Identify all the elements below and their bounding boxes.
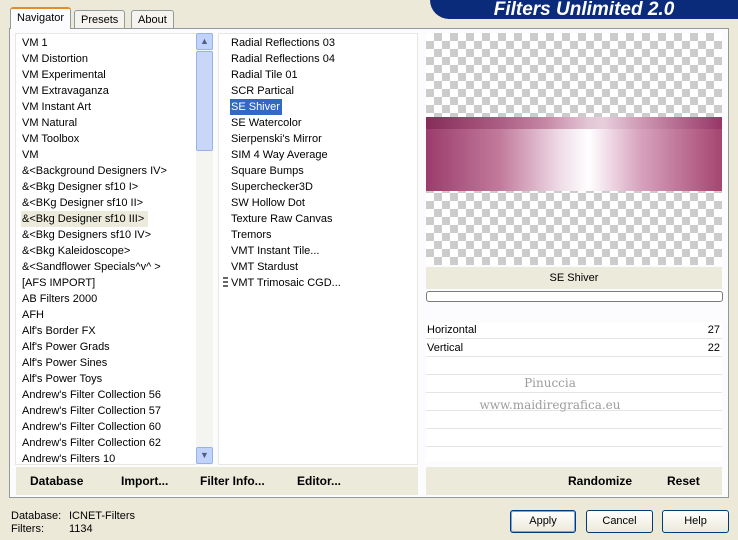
param-value: 27 xyxy=(707,324,720,336)
category-item[interactable]: Andrew's Filter Collection 60 xyxy=(22,419,161,435)
filter-item[interactable]: Square Bumps xyxy=(231,163,304,179)
status-filters-label: Filters: xyxy=(11,523,44,535)
tab-navigator[interactable]: Navigator xyxy=(10,7,72,29)
filter-item[interactable]: Sierpenski's Mirror xyxy=(231,131,322,147)
preview-image-band xyxy=(426,117,722,129)
scroll-down-button[interactable]: ▼ xyxy=(196,447,213,464)
bottom-toolbar-right: Randomize Reset xyxy=(426,467,722,495)
filter-item[interactable]: Superchecker3D xyxy=(231,179,313,195)
filter-item[interactable]: VMT Trimosaic CGD... xyxy=(231,275,341,291)
filter-item[interactable]: SIM 4 Way Average xyxy=(231,147,328,163)
category-item[interactable]: &<Sandflower Specials^v^ > xyxy=(22,259,161,275)
import-button[interactable]: Import... xyxy=(121,474,168,488)
category-item[interactable]: Andrew's Filter Collection 56 xyxy=(22,387,161,403)
category-item[interactable]: Alf's Border FX xyxy=(22,323,96,339)
category-item[interactable]: VM Instant Art xyxy=(22,99,91,115)
watermark-line1: Pinuccia xyxy=(524,376,576,390)
category-item[interactable]: &<Bkg Designer sf10 I> xyxy=(22,179,138,195)
param-label: Vertical xyxy=(427,342,464,354)
selected-filter-title: SE Shiver xyxy=(426,267,722,289)
category-scrollbar[interactable]: ▲ ▼ xyxy=(196,33,213,465)
filter-item[interactable]: Radial Tile 01 xyxy=(231,67,298,83)
editor-button[interactable]: Editor... xyxy=(297,474,341,488)
progress-bar xyxy=(426,291,723,302)
category-item[interactable]: AB Filters 2000 xyxy=(22,291,97,307)
param-value: 22 xyxy=(707,342,720,354)
scroll-up-button[interactable]: ▲ xyxy=(196,33,213,50)
category-item[interactable]: Andrew's Filter Collection 57 xyxy=(22,403,161,419)
watermark: Pinuccia www.maidiregrafica.eu xyxy=(470,372,630,416)
category-list[interactable]: VM 1 VM Distortion VM Experimental VM Extra… xyxy=(15,33,213,465)
help-button[interactable]: Help xyxy=(662,510,729,533)
filter-item[interactable]: Radial Reflections 04 xyxy=(231,51,335,67)
scroll-thumb[interactable] xyxy=(196,51,213,151)
filter-item[interactable]: Tremors xyxy=(231,227,272,243)
preview-area xyxy=(426,33,722,265)
filter-item[interactable]: VMT Stardust xyxy=(231,259,298,275)
database-button[interactable]: Database xyxy=(30,474,83,488)
bottom-toolbar-left: Database Import... Filter Info... Editor… xyxy=(16,467,418,495)
category-item[interactable]: VM Experimental xyxy=(22,67,106,83)
category-item[interactable]: Andrew's Filter Collection 62 xyxy=(22,435,161,451)
status-database-value: ICNET-Filters xyxy=(69,510,135,522)
randomize-button[interactable]: Randomize xyxy=(568,474,632,488)
reset-button[interactable]: Reset xyxy=(667,474,700,488)
param-row[interactable]: Horizontal 27 xyxy=(426,322,722,339)
status-database-label: Database: xyxy=(11,510,62,522)
filter-item[interactable]: SCR Partical xyxy=(231,83,294,99)
category-item[interactable]: Alf's Power Toys xyxy=(22,371,102,387)
tab-presets[interactable]: Presets xyxy=(74,10,126,29)
watermark-line2: www.maidiregrafica.eu xyxy=(479,398,621,412)
category-item[interactable]: VM Extravaganza xyxy=(22,83,109,99)
filter-info-button[interactable]: Filter Info... xyxy=(200,474,265,488)
filter-item[interactable]: SW Hollow Dot xyxy=(231,195,305,211)
app-title-banner: Filters Unlimited 2.0 xyxy=(430,0,738,19)
category-item[interactable]: Alf's Power Grads xyxy=(22,339,110,355)
category-item[interactable]: &<Bkg Kaleidoscope> xyxy=(22,243,130,259)
filter-item[interactable]: SE Watercolor xyxy=(231,115,302,131)
category-item[interactable]: Andrew's Filters 10 xyxy=(22,451,115,464)
param-row-empty xyxy=(426,430,722,447)
status-filters-value: 1134 xyxy=(69,523,93,535)
category-item[interactable]: &<Bkg Designer sf10 III> xyxy=(21,211,149,227)
apply-button[interactable]: Apply xyxy=(510,510,576,533)
cancel-button[interactable]: Cancel xyxy=(586,510,653,533)
param-label: Horizontal xyxy=(427,324,477,336)
category-item[interactable]: VM Toolbox xyxy=(22,131,79,147)
filter-item[interactable]: Texture Raw Canvas xyxy=(231,211,333,227)
tab-about[interactable]: About xyxy=(131,10,174,29)
filter-item[interactable]: VMT Instant Tile... xyxy=(231,243,319,259)
filter-item[interactable]: SE Shiver xyxy=(230,99,282,115)
status-filters: Filters: 1134 xyxy=(11,523,93,535)
category-item[interactable]: &<BKg Designer sf10 II> xyxy=(22,195,143,211)
param-row[interactable]: Vertical 22 xyxy=(426,340,722,357)
category-item[interactable]: AFH xyxy=(22,307,44,323)
filter-list[interactable]: Radial Reflections 03 Radial Reflections … xyxy=(218,33,418,465)
category-item[interactable]: VM Natural xyxy=(22,115,77,131)
status-database: Database: ICNET-Filters xyxy=(11,510,135,522)
list-grip-icon xyxy=(223,277,228,289)
category-item[interactable]: [AFS IMPORT] xyxy=(22,275,95,291)
category-item[interactable]: &<Background Designers IV> xyxy=(22,163,167,179)
category-item[interactable]: VM Distortion xyxy=(22,51,88,67)
filter-item[interactable]: Radial Reflections 03 xyxy=(231,35,335,51)
category-item[interactable]: VM 1 xyxy=(22,35,48,51)
category-item[interactable]: &<Bkg Designers sf10 IV> xyxy=(22,227,151,243)
category-item[interactable]: VM xyxy=(22,147,39,163)
category-item[interactable]: Alf's Power Sines xyxy=(22,355,107,371)
